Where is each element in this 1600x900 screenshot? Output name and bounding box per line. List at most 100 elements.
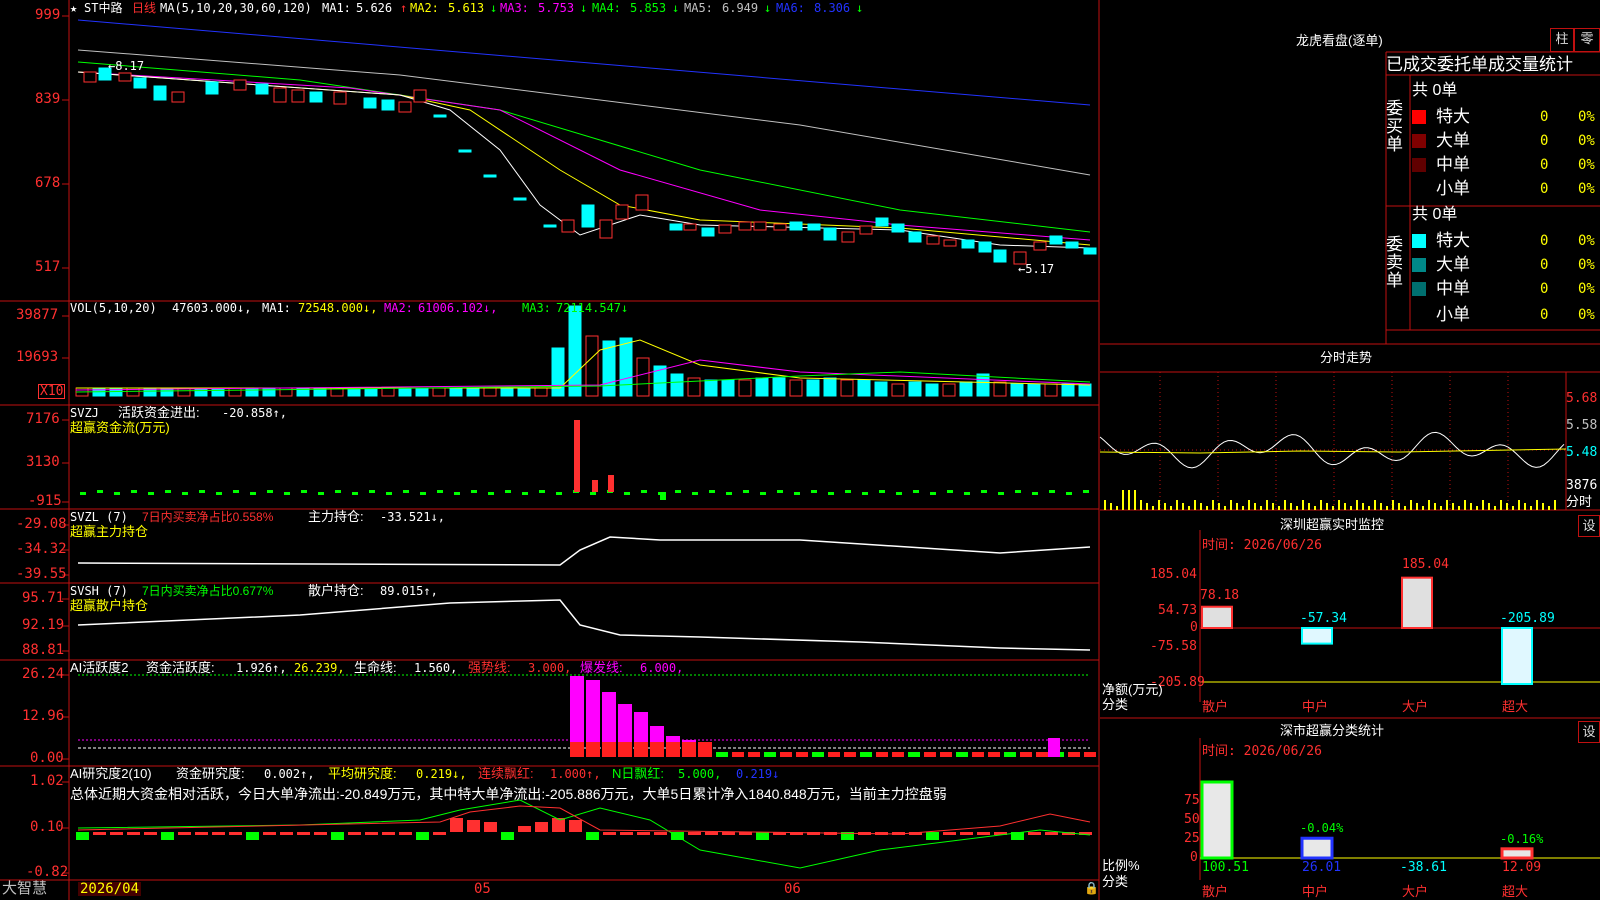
vol-unit-badge[interactable]: X10 <box>38 384 66 399</box>
research-bar <box>756 832 769 840</box>
svzl-line <box>77 536 1091 566</box>
intraday-vol-bar <box>1320 500 1322 510</box>
active-bar <box>602 692 616 742</box>
intraday-price-high: 5.68 <box>1566 391 1598 406</box>
intraday-vol-bar <box>1200 503 1202 510</box>
zero-mode-button[interactable]: 零 <box>1574 28 1600 52</box>
active-bar <box>586 680 600 742</box>
svzj-bar <box>964 492 970 495</box>
ma6-arrow: ↓ <box>856 1 864 15</box>
research-bar <box>450 818 463 832</box>
ma2-arrow: ↓ <box>490 1 498 15</box>
ma5-value: 6.949 <box>722 1 759 15</box>
active-bar <box>650 726 664 742</box>
classify-pct-2: -38.61 <box>1400 860 1447 875</box>
volume-bar <box>449 387 463 397</box>
volume-bar <box>993 381 1007 397</box>
active-small-bar <box>940 752 952 757</box>
intraday-vol-bar <box>1302 500 1304 510</box>
ai-research-summary: 总体近期大资金相对活跃，今日大单净流出:-20.849万元，其中特大单净流出:-… <box>70 786 947 802</box>
svzl-title: 主力持仓: <box>308 509 364 524</box>
candle <box>773 223 787 231</box>
buy-m-swatch <box>1412 158 1426 172</box>
classify-settings-button[interactable]: 设 <box>1578 721 1600 743</box>
intraday-vol-bar <box>1188 506 1190 510</box>
candle <box>701 227 715 237</box>
x-axis-month-05: 05 <box>474 881 491 897</box>
monitor-axis-1: 54.73 <box>1158 603 1198 618</box>
classify-small-1: -0.04% <box>1300 821 1344 835</box>
volume-bar <box>670 373 684 397</box>
sell-l-swatch <box>1412 258 1426 272</box>
active-small-bar <box>844 752 856 757</box>
intraday-vol-bar <box>1392 500 1394 510</box>
svzj-bar <box>97 490 103 493</box>
active-small-bar <box>780 752 792 757</box>
svzj-bar <box>250 492 256 495</box>
research-bar <box>1045 832 1058 835</box>
lock-icon[interactable]: 🔒 <box>1084 882 1099 894</box>
intraday-vol-bar <box>1350 506 1352 510</box>
dragon-title: 龙虎看盘(逐单) <box>1296 33 1383 48</box>
research-bar <box>246 832 259 840</box>
intraday-vol-bar <box>1476 506 1478 510</box>
svzj-bar <box>454 492 460 495</box>
candle <box>669 223 683 231</box>
ma1-arrow: ↑ <box>400 1 408 15</box>
intraday-vol-bar <box>1482 500 1484 510</box>
active-bar <box>666 736 680 742</box>
research-bar <box>382 832 395 835</box>
active-bar <box>618 704 632 742</box>
intraday-vol-bar <box>1506 503 1508 510</box>
monitor-bar <box>1301 627 1333 645</box>
research-bar <box>1028 832 1041 835</box>
candle <box>205 81 219 95</box>
stock-name[interactable]: ST中路 <box>84 2 122 14</box>
intraday-vol-bar <box>1368 506 1370 510</box>
buy-m-name: 中单 <box>1436 155 1470 174</box>
svzj-bar <box>318 492 324 495</box>
volume-bar <box>1044 383 1058 397</box>
candle <box>1049 235 1063 245</box>
volume-bar <box>466 387 480 397</box>
svzj-bar <box>505 490 511 493</box>
monitor-bar <box>1201 605 1233 630</box>
active-small-bar <box>716 752 728 757</box>
intraday-vol-bar <box>1110 503 1112 510</box>
volume-bar <box>789 379 803 397</box>
candle <box>615 204 629 220</box>
intraday-vol-bar <box>1338 500 1340 510</box>
star-icon[interactable]: ★ <box>70 2 77 14</box>
classify-axis-25: 25 <box>1184 831 1200 846</box>
sell-m-swatch <box>1412 282 1426 296</box>
active-bar-base <box>586 742 600 757</box>
monitor-cat-2: 大户 <box>1402 699 1429 714</box>
svzj-bar <box>1015 490 1021 493</box>
research-bar <box>263 832 276 835</box>
research-bar <box>484 822 497 832</box>
volume-bar <box>636 357 650 397</box>
research-bar <box>926 832 939 840</box>
intraday-vol-bar <box>1470 503 1472 510</box>
classify-time: 时间: 2026/06/26 <box>1202 744 1322 759</box>
svsh-label: SVSH (7) <box>70 584 128 598</box>
intraday-vol-bar <box>1488 503 1490 510</box>
research-bar <box>93 832 106 835</box>
intraday-vol-bar <box>1332 506 1334 510</box>
candle <box>413 89 427 103</box>
intraday-vol-label: 分时 <box>1566 494 1593 509</box>
ai-research-axis-bottom: -0.82 <box>26 864 69 880</box>
active-small-bar <box>1020 752 1032 757</box>
intraday-vol-bar <box>1206 506 1208 510</box>
intraday-vol-bar <box>1164 503 1166 510</box>
svsh-line <box>77 599 1091 651</box>
ma-params: MA(5,10,20,30,60,120) <box>160 1 312 15</box>
monitor-cat-1: 中户 <box>1302 699 1329 714</box>
candle <box>1033 241 1047 251</box>
classify-axis-50: 50 <box>1184 812 1200 827</box>
bar-mode-button[interactable]: 柱 <box>1550 28 1574 52</box>
monitor-settings-button[interactable]: 设 <box>1578 515 1600 537</box>
monitor-val-2: 185.04 <box>1402 557 1449 572</box>
research-bar <box>586 832 599 840</box>
period-label[interactable]: 日线 <box>132 2 156 14</box>
